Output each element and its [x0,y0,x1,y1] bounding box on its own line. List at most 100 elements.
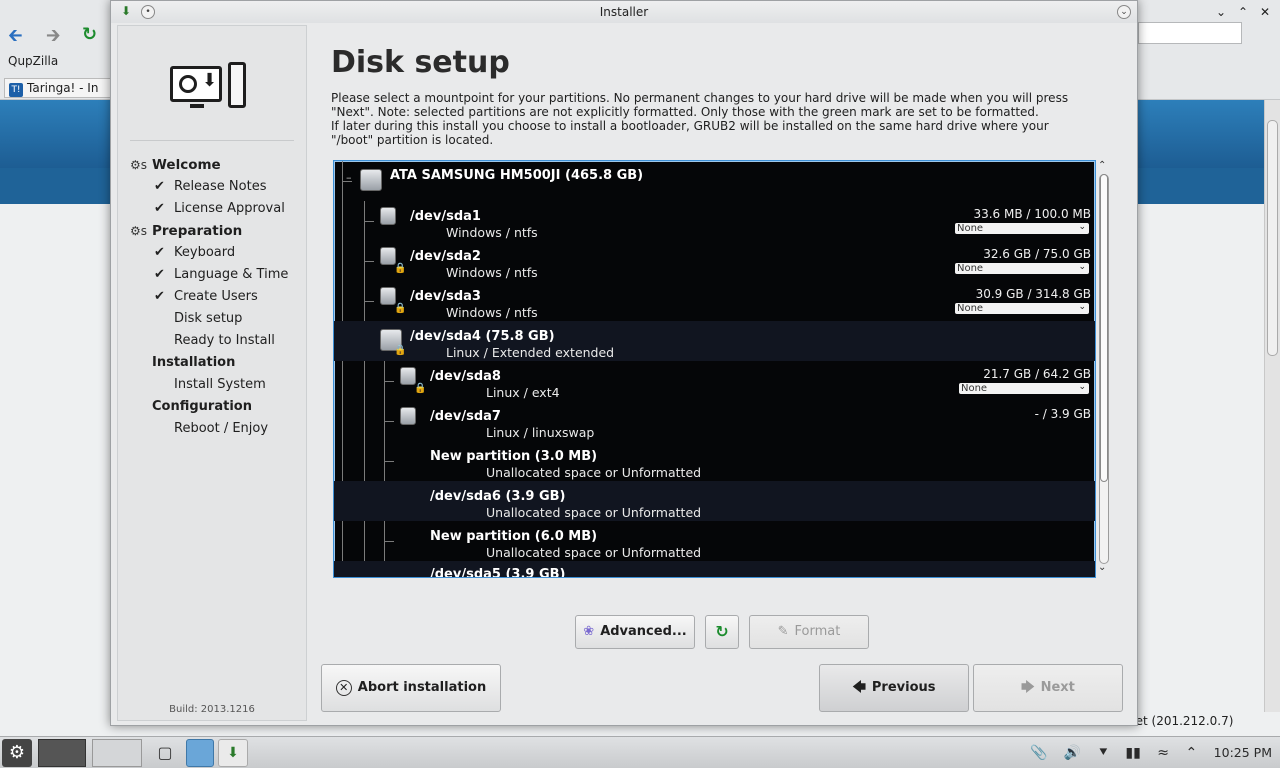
mountpoint-select[interactable]: None ⌄ [955,302,1089,314]
chevron-down-icon: ⌄ [1078,262,1086,272]
virtual-desktop-1[interactable] [38,739,86,767]
pencil-icon: ✎ [777,624,789,639]
volume-icon[interactable]: 🔊 [1064,745,1081,761]
steps-list: ⚙s Welcome ✔ Release Notes ✔ License Approv… [118,154,306,440]
mountpoint-select[interactable]: None ⌄ [955,222,1089,234]
show-desktop-icon[interactable]: ▢ [150,739,180,767]
window-menu-icon[interactable]: • [141,5,155,19]
app-menu-gear-icon[interactable]: ⚙ [2,739,32,767]
step-language-time: ✔ Language & Time [118,264,306,286]
partition-type: Linux / Extended extended [446,345,615,360]
installer-app-icon: ⬇ [120,4,132,18]
advanced-button[interactable]: ❀ Advanced... [575,615,695,649]
browser-close-icon[interactable]: ✕ [1260,2,1270,22]
monitor-icon: ⬇ [170,66,222,102]
paperclip-icon[interactable]: 📎 [1030,745,1047,761]
collapse-toggle-icon[interactable]: – [346,171,352,184]
forward-icon[interactable]: 🡲 [46,26,61,46]
refresh-button[interactable]: ↻ [705,615,739,649]
partition-type: Windows / ntfs [446,225,538,240]
window-titlebar[interactable]: ⬇ • Installer ⌄ [111,1,1137,23]
partition-name: /dev/sda3 [410,289,481,304]
browser-minimize-icon[interactable]: ⌄ [1216,2,1226,22]
browser-scrollbar[interactable] [1264,100,1280,712]
steps-sidebar: ⬇ ⚙s Welcome ✔ Release Notes ✔ License Appr… [117,25,307,721]
virtual-desktop-2[interactable] [92,739,142,767]
taskbar-installer-icon[interactable]: ⬇ [218,739,248,767]
partition-row[interactable]: /dev/sda7 Linux / linuxswap - / 3.9 GB [334,401,1095,441]
partition-name: New partition (3.0 MB) [430,449,598,464]
browser-tab-label: Taringa! - In [27,81,99,95]
partition-disk-icon [400,407,416,425]
partition-type: Linux / linuxswap [486,425,595,440]
previous-button[interactable]: 🡄 Previous [819,664,969,712]
gear-icon: ⚙s [130,158,148,172]
tray-expand-icon[interactable]: ⌃ [1185,745,1197,761]
tree-scrollbar[interactable]: ⌃ ⌄ [1097,160,1111,578]
partition-row[interactable]: New partition (3.0 MB) Unallocated space… [334,441,1095,481]
reload-icon[interactable]: ↻ [82,25,97,45]
check-icon: ✔ [154,245,165,260]
wifi-icon[interactable]: ≈ [1157,745,1169,761]
description-line: Please select a mountpoint for your part… [331,91,1069,105]
clock[interactable]: 10:25 PM [1214,745,1272,760]
advanced-icon: ❀ [583,624,595,639]
format-button[interactable]: ✎ Format [749,615,869,649]
browser-maximize-icon[interactable]: ⌃ [1238,2,1248,22]
check-icon: ✔ [154,267,165,282]
scroll-up-icon[interactable]: ⌃ [1098,160,1106,171]
partition-row[interactable]: /dev/sda1 Windows / ntfs 33.6 MB / 100.0… [334,201,1095,241]
check-icon: ✔ [154,289,165,304]
partition-usage: 33.6 MB / 100.0 MB [973,207,1091,221]
gear-icon: ⚙s [130,224,148,238]
next-button[interactable]: 🡆 Next [973,664,1123,712]
mountpoint-select[interactable]: None ⌄ [955,262,1089,274]
close-circle-icon: ✕ [335,680,352,696]
step-welcome: ⚙s Welcome [118,154,306,176]
bookmark-qupzilla[interactable]: QupZilla [8,54,58,68]
browser-search-field[interactable] [1138,22,1242,44]
usb-icon[interactable]: ⯆ [1098,745,1109,761]
partition-usage: 21.7 GB / 64.2 GB [983,367,1091,381]
partition-name: /dev/sda7 [430,409,501,424]
partition-row[interactable]: 🔒 /dev/sda2 Windows / ntfs 32.6 GB / 75.… [334,241,1095,281]
partition-row[interactable]: /dev/sda5 (3.9 GB) [334,561,1095,577]
partition-type: Windows / ntfs [446,305,538,320]
step-preparation: ⚙s Preparation [118,220,306,242]
lock-icon: 🔒 [394,303,407,314]
partition-tree[interactable]: – ATA SAMSUNG HM500JI (465.8 GB) /dev/sd… [333,160,1096,578]
partition-usage: 32.6 GB / 75.0 GB [983,247,1091,261]
scroll-down-icon[interactable]: ⌄ [1098,562,1106,573]
partition-type: Unallocated space or Unformatted [486,505,702,520]
partition-name: /dev/sda6 (3.9 GB) [430,489,566,504]
partition-row[interactable]: 🔒 /dev/sda4 (75.8 GB) Linux / Extended e… [334,321,1095,361]
partition-row[interactable]: New partition (6.0 MB) Unallocated space… [334,521,1095,561]
partition-type: Unallocated space or Unformatted [486,465,702,480]
system-tray: 📎 🔊 ⯆ ▮▮ ≈ ⌃ 10:25 PM [1018,737,1272,768]
step-create-users: ✔ Create Users [118,286,306,308]
partition-name: New partition (6.0 MB) [430,529,598,544]
chevron-down-icon: ⌄ [1078,382,1086,392]
lock-icon: 🔒 [394,345,407,356]
partition-row[interactable]: 🔒 /dev/sda3 Windows / ntfs 30.9 GB / 314… [334,281,1095,321]
description-line: "Next". Note: selected partitions are no… [331,105,1039,119]
step-ready-to-install: Ready to Install [174,333,275,348]
partition-row[interactable]: /dev/sda6 (3.9 GB) Unallocated space or … [334,481,1095,521]
scroll-thumb[interactable] [1100,174,1108,482]
step-reboot-enjoy: Reboot / Enjoy [174,421,269,436]
mountpoint-select[interactable]: None ⌄ [959,382,1089,394]
step-configuration: Configuration [152,399,252,414]
window-minimize-icon[interactable]: ⌄ [1117,5,1131,19]
partition-usage: 30.9 GB / 314.8 GB [975,287,1091,301]
back-icon[interactable]: 🡰 [8,26,23,46]
abort-installation-button[interactable]: ✕ Abort installation [321,664,501,712]
disk-row[interactable]: – ATA SAMSUNG HM500JI (465.8 GB) [334,161,1095,201]
browser-tab[interactable]: T! Taringa! - In [4,78,112,98]
step-install-system: Install System [174,377,266,392]
battery-icon[interactable]: ▮▮ [1125,745,1140,761]
partition-row[interactable]: 🔒 /dev/sda8 Linux / ext4 21.7 GB / 64.2 … [334,361,1095,401]
step-license-approval: ✔ License Approval [118,198,306,220]
check-icon: ✔ [154,201,165,216]
taskbar-browser-icon[interactable] [186,739,214,767]
sidebar-divider [130,140,294,141]
